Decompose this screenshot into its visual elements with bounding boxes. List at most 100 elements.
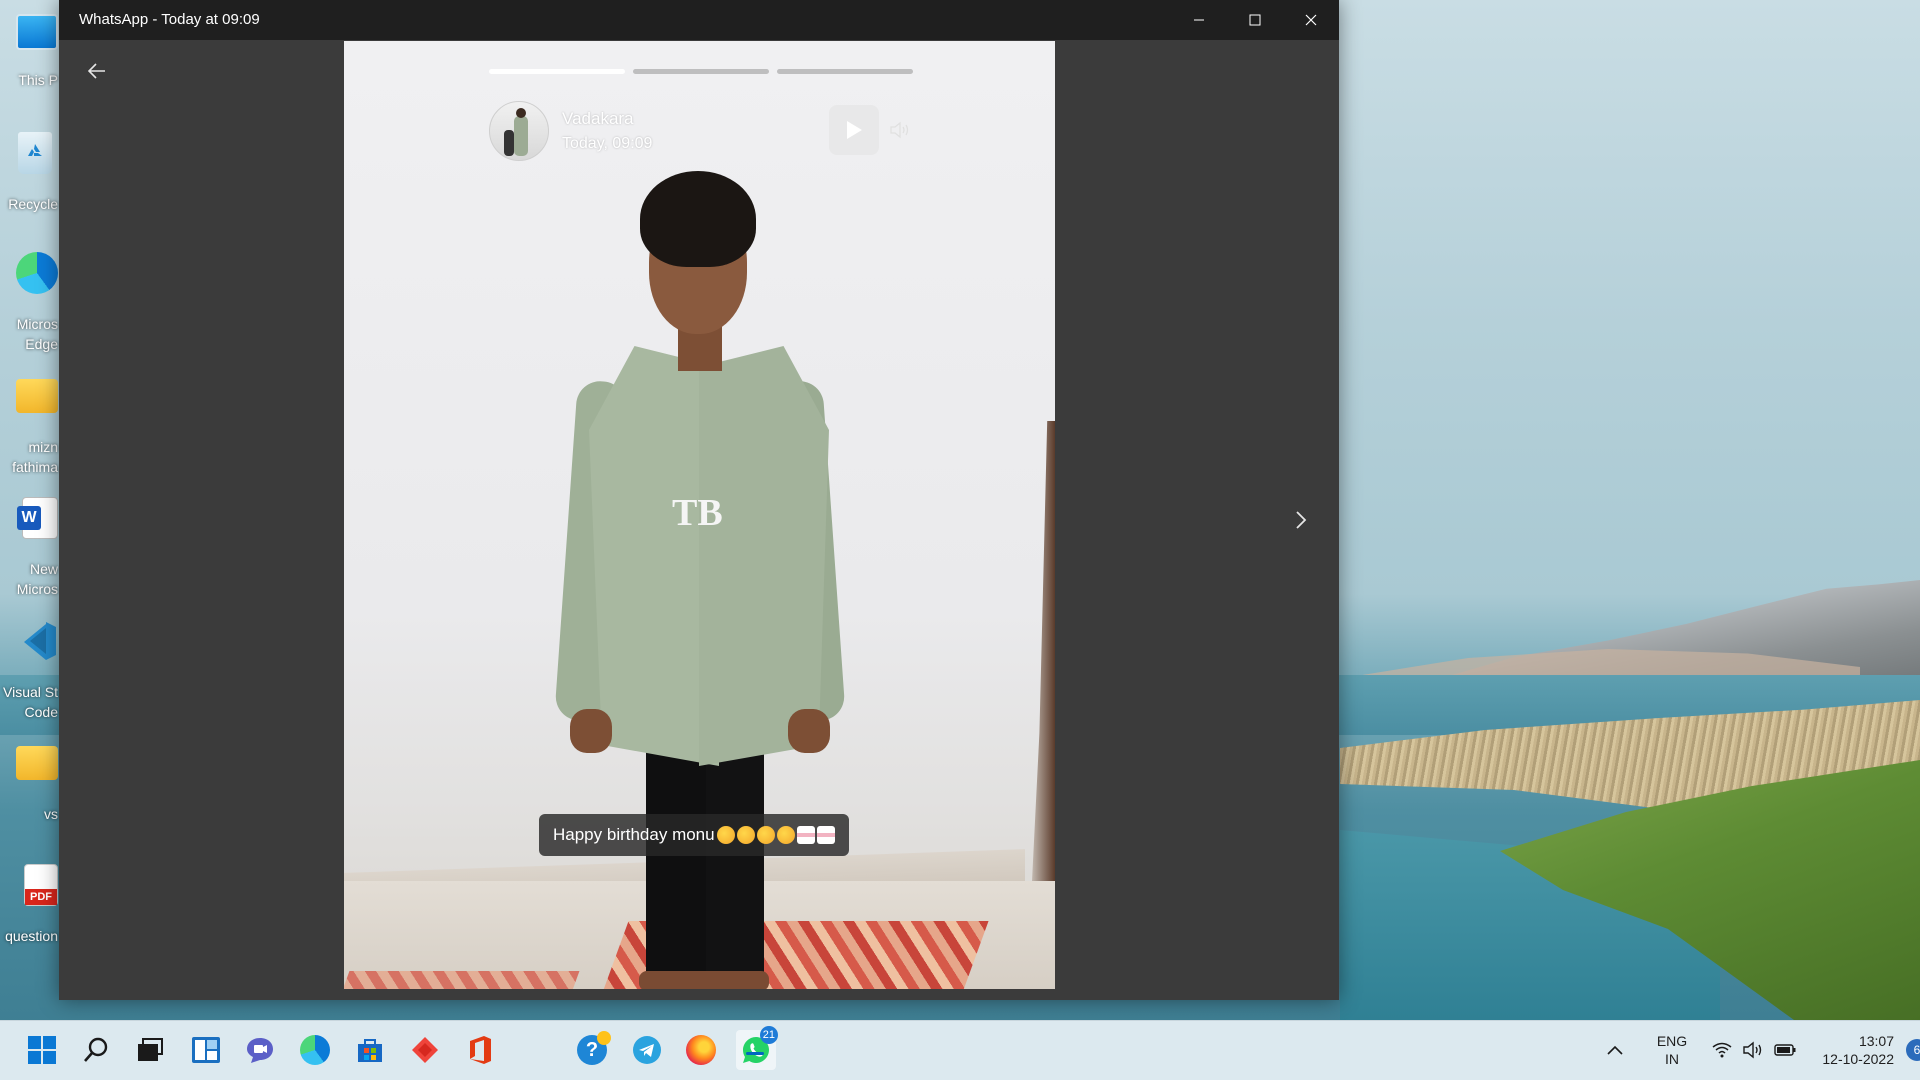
widgets-icon (192, 1037, 220, 1063)
photo-hand (570, 709, 612, 753)
telegram-button[interactable] (627, 1030, 667, 1070)
contact-name: Vadakara (562, 109, 634, 128)
photo-feet (639, 971, 769, 989)
telegram-icon (633, 1036, 661, 1064)
unread-count-badge: 21 (759, 1026, 778, 1044)
photo-pants (646, 731, 706, 989)
clock[interactable]: 13:07 12-10-2022 (1814, 1032, 1894, 1068)
desktop-icon-label: Micros (16, 581, 58, 597)
microsoft-store-icon (358, 1039, 382, 1062)
notification-center-badge[interactable]: 6 (1906, 1039, 1920, 1061)
edge-taskbar-button[interactable] (295, 1030, 335, 1070)
recycle-bin-icon (18, 132, 52, 174)
wifi-icon (1712, 1042, 1732, 1058)
language-indicator[interactable]: ENG IN (1650, 1032, 1694, 1068)
firefox-icon (686, 1035, 716, 1065)
chevron-up-icon (1607, 1045, 1623, 1055)
close-button[interactable] (1283, 0, 1339, 40)
whatsapp-window: WhatsApp - Today at 09:09 TB Vadakara To… (59, 0, 1339, 1000)
play-button[interactable] (829, 105, 879, 155)
firefox-button[interactable] (681, 1030, 721, 1070)
whatsapp-taskbar-button[interactable]: 21 (736, 1026, 778, 1070)
maximize-icon (1249, 14, 1261, 26)
play-icon (847, 121, 862, 139)
desktop-icon-label: This P (18, 72, 58, 88)
quick-settings-button[interactable] (1712, 1041, 1796, 1059)
microsoft-store-button[interactable] (350, 1030, 390, 1070)
edge-shortcut-icon (16, 252, 58, 294)
office-button[interactable] (460, 1030, 500, 1070)
minimize-button[interactable] (1171, 0, 1227, 40)
this-pc-icon (16, 14, 58, 50)
star-struck-icon (776, 826, 795, 844)
desktop-icon-label: fathima (12, 459, 58, 475)
desktop-icon-label: New (29, 561, 58, 577)
desktop-icon-label: Micros (16, 316, 58, 332)
status-progress-segment (777, 69, 913, 74)
edge-icon (300, 1035, 330, 1065)
clock-time: 13:07 (1858, 1033, 1894, 1049)
search-icon (84, 1037, 108, 1062)
title-bar[interactable]: WhatsApp - Today at 09:09 (59, 0, 1339, 40)
status-progress (489, 69, 913, 74)
get-help-button[interactable]: ? (572, 1030, 612, 1070)
show-hidden-icons-button[interactable] (1600, 1030, 1630, 1070)
photo-pants (706, 731, 764, 989)
desktop-icon-label: Edge (25, 336, 58, 352)
birthday-face-icon (716, 826, 735, 844)
active-app-indicator (746, 1052, 764, 1055)
desktop-icon-label: Code (24, 704, 58, 720)
widgets-button[interactable] (186, 1030, 226, 1070)
star-struck-icon (756, 826, 775, 844)
status-timestamp: Today, 09:09 (562, 135, 653, 152)
photo-hand (788, 709, 830, 753)
close-icon (1305, 14, 1317, 26)
office-icon (470, 1036, 491, 1064)
volume-icon (890, 121, 909, 139)
desktop-icon-label: mizn (28, 439, 58, 455)
birthday-face-icon (736, 826, 755, 844)
desktop-icon-label: question (5, 928, 58, 944)
status-progress-segment (489, 69, 625, 74)
avatar[interactable] (489, 101, 549, 161)
start-button[interactable] (22, 1030, 62, 1070)
folder-icon (16, 379, 58, 413)
task-view-button[interactable] (130, 1030, 170, 1070)
speaker-icon (1743, 1041, 1762, 1059)
desktop-icon-label: vs (44, 806, 58, 822)
cake-icon (816, 826, 835, 844)
vscode-shortcut-icon (16, 620, 58, 662)
desktop-icon-label: Recycle (8, 196, 58, 212)
system-tray: ENG IN 13:07 12-10-2022 6 (1600, 1020, 1920, 1080)
maximize-button[interactable] (1227, 0, 1283, 40)
battery-icon (1774, 1044, 1796, 1056)
next-status-button[interactable] (1283, 500, 1319, 540)
start-icon (28, 1036, 56, 1064)
get-help-icon: ? (577, 1031, 611, 1065)
status-caption-text: Happy birthday monu (553, 825, 715, 844)
back-arrow-icon (88, 63, 105, 79)
chevron-right-icon (1296, 511, 1307, 529)
language-code: ENG (1656, 1033, 1688, 1049)
cake-icon (796, 826, 815, 844)
window-title: WhatsApp - Today at 09:09 (79, 11, 260, 28)
word-doc-icon: W (17, 497, 58, 539)
anydesk-button[interactable] (405, 1030, 445, 1070)
back-button[interactable] (79, 56, 115, 86)
clock-date: 12-10-2022 (1822, 1051, 1894, 1067)
desktop-icon-label: Visual St (3, 684, 58, 700)
desktop-icons: This P Recycle Micros Edge mizn fathima … (0, 0, 60, 1020)
status-progress-segment (633, 69, 769, 74)
anydesk-icon (412, 1037, 438, 1063)
photo-hair (640, 171, 756, 267)
status-viewer[interactable]: TB Vadakara Today, 09:09 Happy birthday … (344, 41, 1055, 989)
folder-icon (16, 746, 58, 780)
mute-button[interactable] (887, 115, 915, 145)
teams-chat-icon (247, 1038, 273, 1063)
teams-chat-button[interactable] (240, 1030, 280, 1070)
search-button[interactable] (76, 1030, 116, 1070)
pdf-icon: PDF (24, 864, 58, 906)
status-header: Vadakara Today, 09:09 (489, 101, 913, 163)
shirt-logo: TB (672, 492, 723, 534)
status-caption: Happy birthday monu (539, 814, 849, 856)
